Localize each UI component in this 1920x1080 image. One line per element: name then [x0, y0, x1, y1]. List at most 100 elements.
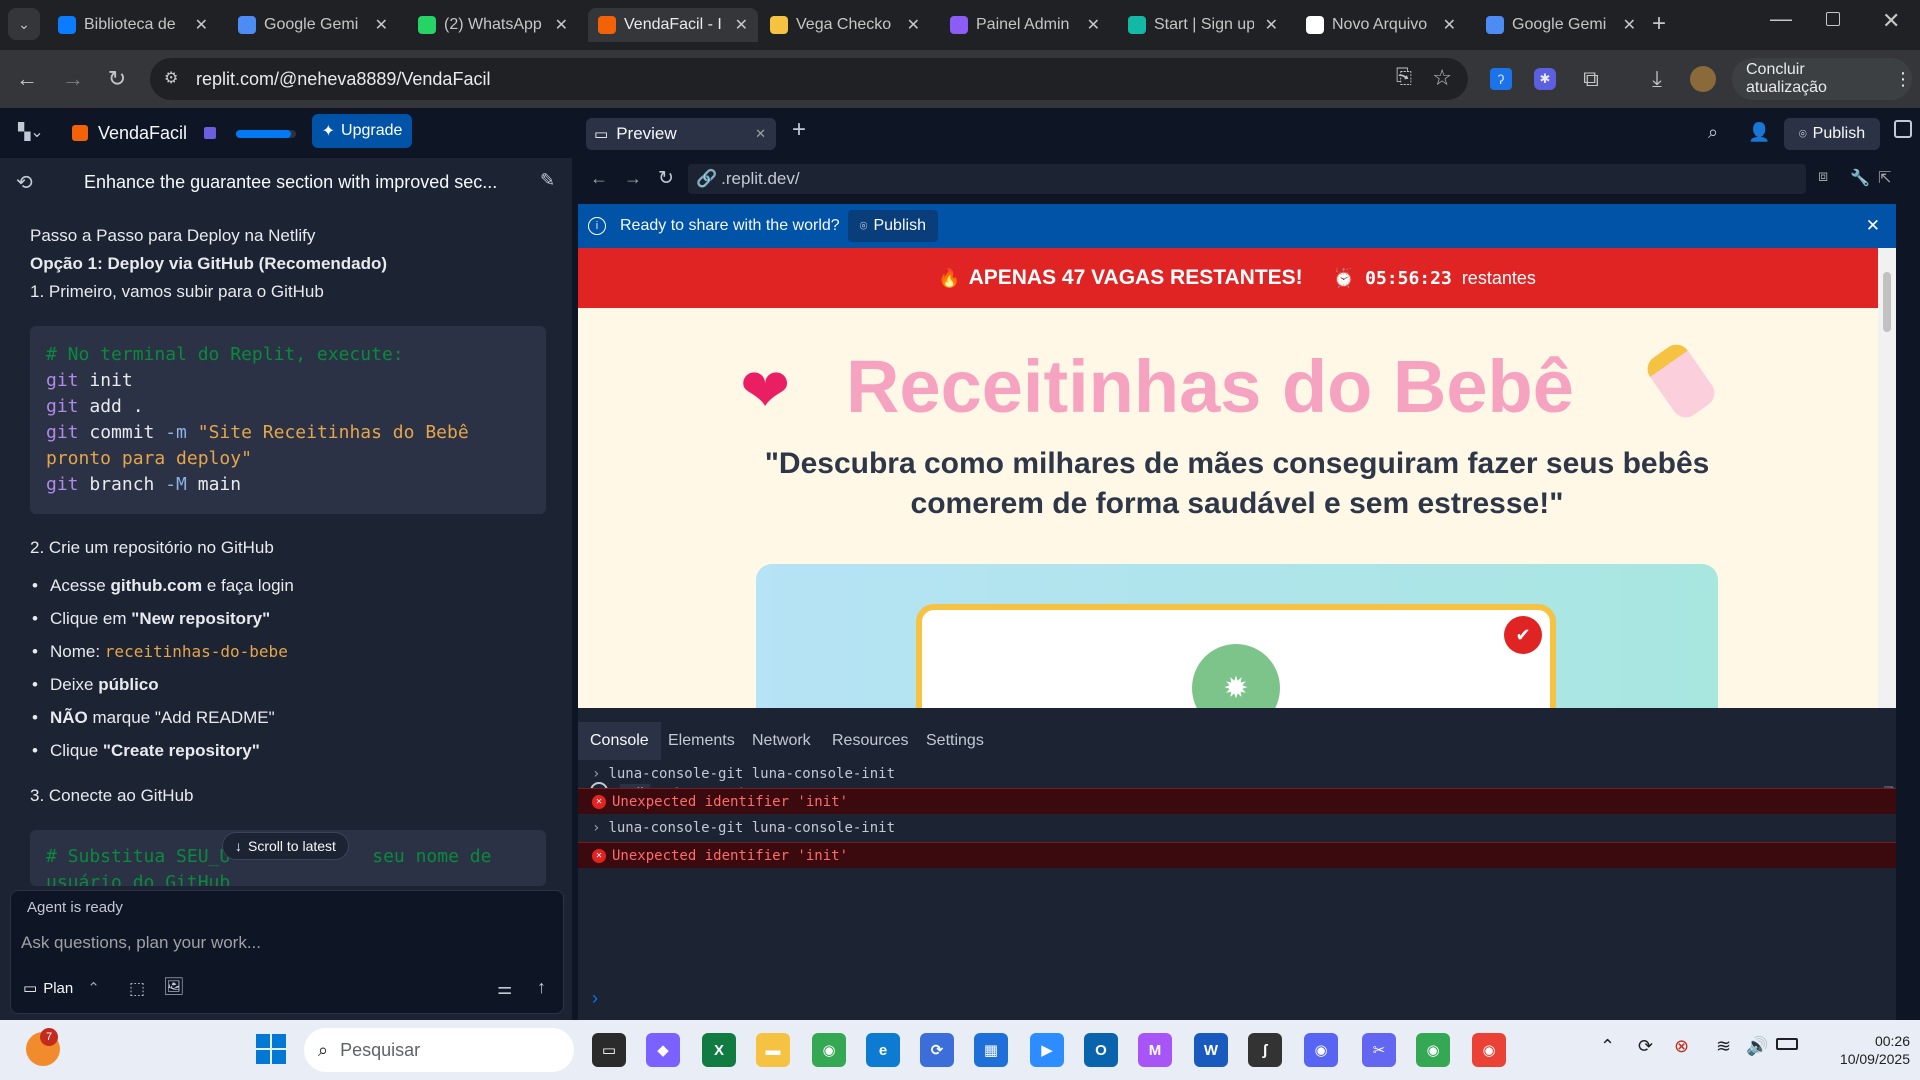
app-icon[interactable]: ʃ: [1248, 1033, 1282, 1067]
clock[interactable]: 00:26 10/09/2025: [1810, 1032, 1910, 1068]
browser-tab[interactable]: Google Gemi ✕: [1476, 8, 1646, 42]
preview-forward-icon[interactable]: →: [624, 168, 642, 189]
console-log-line[interactable]: › luna-console-git luna-console-init: [578, 815, 1896, 841]
m365-icon[interactable]: M: [1138, 1033, 1172, 1067]
scroll-to-latest-button[interactable]: ↓ Scroll to latest: [222, 832, 349, 860]
tab-network[interactable]: Network: [752, 732, 811, 750]
update-error-icon[interactable]: ⊗: [1674, 1036, 1689, 1057]
close-tab-icon[interactable]: ✕: [907, 15, 920, 35]
add-tab-icon[interactable]: +: [792, 116, 806, 144]
close-tab-icon[interactable]: ✕: [755, 126, 766, 142]
chrome-active-icon[interactable]: ◉: [1472, 1033, 1506, 1067]
menu-icon[interactable]: ▚⌄: [18, 122, 44, 142]
extensions-puzzle-icon[interactable]: ⧉: [1578, 66, 1604, 92]
excel-icon[interactable]: X: [702, 1033, 736, 1067]
show-hidden-icons[interactable]: ⌃: [1600, 1036, 1615, 1057]
website-preview[interactable]: 🔥 APENAS 47 VAGAS RESTANTES! ⏰ 05:56:23 …: [578, 248, 1896, 708]
close-tab-icon[interactable]: ✕: [1443, 15, 1456, 35]
chat-input[interactable]: Ask questions, plan your work...: [21, 933, 261, 953]
sync-icon[interactable]: ⟳: [1638, 1036, 1653, 1057]
sync-app-icon[interactable]: ⟳: [920, 1033, 954, 1067]
back-icon[interactable]: ←: [14, 66, 40, 92]
browser-tab[interactable]: (2) WhatsApp ✕: [408, 8, 578, 42]
copilot-icon[interactable]: ◆: [646, 1033, 680, 1067]
send-icon[interactable]: ↑: [537, 977, 546, 998]
browser-tab[interactable]: Start | Sign up ✕: [1118, 8, 1288, 42]
reload-icon[interactable]: ↻: [104, 66, 130, 92]
close-tab-icon[interactable]: ✕: [735, 15, 748, 35]
download-icon[interactable]: ⤓: [1644, 66, 1670, 92]
close-tab-icon[interactable]: ✕: [375, 15, 388, 35]
preview-url-bar[interactable]: 🔗 .replit.dev/: [688, 164, 1806, 194]
new-tab-button[interactable]: +: [1652, 10, 1666, 38]
settings-sliders-icon[interactable]: ⚌: [497, 979, 512, 999]
close-tab-icon[interactable]: ✕: [1623, 15, 1636, 35]
forward-icon[interactable]: →: [60, 66, 86, 92]
new-chat-icon[interactable]: ✎: [540, 170, 555, 191]
close-window-button[interactable]: ✕: [1882, 8, 1900, 34]
publish-button[interactable]: ⌾ Publish: [1784, 118, 1880, 150]
tab-settings[interactable]: Settings: [926, 732, 984, 750]
chrome-icon[interactable]: ◉: [812, 1033, 846, 1067]
avatar[interactable]: [1690, 66, 1716, 92]
browser-tab[interactable]: Google Gemi ✕: [228, 8, 398, 42]
invite-icon[interactable]: 👤: [1748, 122, 1770, 143]
store-icon[interactable]: ▦: [974, 1033, 1008, 1067]
browser-tab[interactable]: VendaFacil - I ✕: [588, 8, 758, 42]
extension-icon-2[interactable]: ✱: [1534, 68, 1556, 90]
restore-button[interactable]: [1826, 12, 1840, 26]
tab-console[interactable]: Console: [578, 722, 661, 760]
word-icon[interactable]: W: [1194, 1033, 1228, 1067]
close-tab-icon[interactable]: ✕: [1265, 15, 1278, 35]
taskbar-search[interactable]: ⌕ Pesquisar: [304, 1028, 574, 1072]
layout-toggle-icon[interactable]: [1894, 120, 1912, 138]
open-new-tab-icon[interactable]: ⇱: [1878, 168, 1891, 188]
wifi-icon[interactable]: ≋: [1716, 1036, 1731, 1057]
tab-search-button[interactable]: ⌄: [8, 8, 40, 40]
tab-preview[interactable]: ▭ Preview ✕: [586, 118, 776, 150]
close-banner-icon[interactable]: ✕: [1866, 216, 1880, 236]
site-info-icon[interactable]: ⚙: [164, 68, 178, 88]
browser-tab[interactable]: Vega Checko ✕: [760, 8, 930, 42]
history-icon[interactable]: ⟲: [16, 170, 33, 195]
console-error-line[interactable]: ✕ Unexpected identifier 'init': [578, 842, 1896, 868]
file-explorer-icon[interactable]: ▬: [756, 1033, 790, 1067]
edge-icon[interactable]: e: [866, 1033, 900, 1067]
snipping-icon[interactable]: ✂: [1362, 1033, 1396, 1067]
upgrade-button[interactable]: ✦ Upgrade: [312, 114, 412, 148]
devices-icon[interactable]: ⧈: [1818, 168, 1828, 186]
close-tab-icon[interactable]: ✕: [555, 15, 568, 35]
outlook-icon[interactable]: O: [1084, 1033, 1118, 1067]
browser-tab[interactable]: Novo Arquivo ✕: [1296, 8, 1466, 42]
zoom-icon[interactable]: ▶: [1030, 1033, 1064, 1067]
preview-reload-icon[interactable]: ↻: [658, 167, 674, 190]
minimize-button[interactable]: —: [1770, 6, 1792, 32]
more-menu-icon[interactable]: ⋮: [1894, 69, 1912, 90]
chrome-profile-icon[interactable]: ◉: [1416, 1033, 1450, 1067]
banner-publish-button[interactable]: ⌾ Publish: [847, 210, 938, 242]
search-icon[interactable]: ⌕: [1708, 122, 1718, 143]
plan-button[interactable]: ▭ Plan ⌃: [23, 979, 100, 998]
start-button[interactable]: [256, 1034, 286, 1064]
update-button[interactable]: Concluir atualização ⋮: [1732, 58, 1912, 100]
discord-icon[interactable]: ◉: [1304, 1033, 1338, 1067]
console-prompt-icon[interactable]: ›: [592, 988, 598, 1009]
task-view-icon[interactable]: ▭: [592, 1033, 626, 1067]
close-tab-icon[interactable]: ✕: [195, 15, 208, 35]
browser-tab[interactable]: Painel Admin ✕: [940, 8, 1110, 42]
tab-elements[interactable]: Elements: [668, 732, 735, 750]
devtools-scrollbar[interactable]: [1884, 248, 1896, 1020]
volume-icon[interactable]: 🔊: [1746, 1036, 1768, 1057]
extension-icon[interactable]: ʔ: [1490, 68, 1512, 90]
close-tab-icon[interactable]: ✕: [1087, 15, 1100, 35]
image-icon[interactable]: 🖼: [163, 977, 185, 997]
address-bar[interactable]: ⚙ replit.com/@neheva8889/VendaFacil ⎘ ☆: [150, 58, 1468, 100]
install-app-icon[interactable]: ⎘: [1396, 66, 1412, 89]
bookmark-star-icon[interactable]: ☆: [1432, 65, 1452, 91]
tab-resources[interactable]: Resources: [832, 732, 908, 750]
battery-icon[interactable]: [1776, 1038, 1798, 1050]
select-element-icon[interactable]: ⬚: [129, 979, 145, 999]
browser-tab[interactable]: Biblioteca de ✕: [48, 8, 218, 42]
devtools-wrench-icon[interactable]: 🔧: [1850, 168, 1870, 188]
project-name[interactable]: VendaFacil: [98, 123, 187, 144]
